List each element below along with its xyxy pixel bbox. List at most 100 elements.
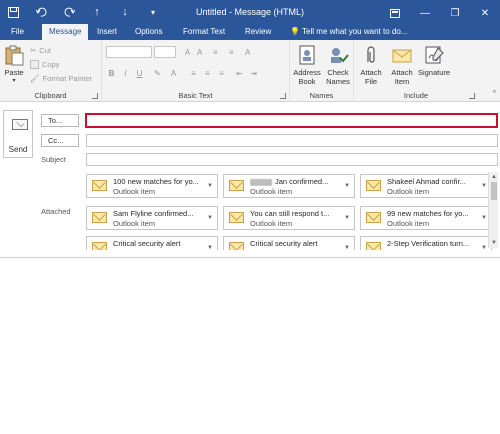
attach-item-button[interactable]: Attach Item: [386, 44, 418, 86]
subject-field[interactable]: [86, 153, 498, 166]
attachment-name: Critical security alert: [250, 239, 318, 248]
clipboard-launcher-icon[interactable]: [92, 93, 98, 99]
tab-options[interactable]: Options: [128, 24, 170, 40]
cc-field[interactable]: [86, 134, 498, 147]
attachment-name: You can still respond t...: [250, 209, 330, 218]
envelope-icon: [92, 180, 107, 191]
attachment-item[interactable]: 2-Step Verification turn... Outlook item…: [360, 236, 492, 250]
font-size-combo[interactable]: [154, 46, 176, 58]
chevron-down-icon[interactable]: ▼: [481, 215, 487, 221]
copy-button[interactable]: Copy: [30, 58, 60, 70]
align-left-icon[interactable]: ≡: [188, 68, 199, 79]
check-names-label: Check Names: [326, 68, 350, 86]
increase-indent-icon[interactable]: ⇥: [248, 68, 259, 79]
scroll-thumb[interactable]: [491, 182, 497, 200]
attachment-item[interactable]: Shakeel Ahmad confir... Outlook item ▼: [360, 174, 492, 198]
signature-button[interactable]: Signature: [416, 44, 452, 77]
grow-font-icon[interactable]: A: [182, 47, 193, 58]
attachment-item[interactable]: You can still respond t... Outlook item …: [223, 206, 355, 230]
tab-insert[interactable]: Insert: [90, 24, 124, 40]
italic-button[interactable]: I: [120, 68, 131, 79]
chevron-down-icon[interactable]: ▼: [481, 183, 487, 189]
include-launcher-icon[interactable]: [469, 93, 475, 99]
envelope-icon: [366, 180, 381, 191]
to-field[interactable]: [85, 113, 498, 128]
to-button[interactable]: To...: [41, 114, 79, 127]
clear-formatting-icon[interactable]: A: [242, 47, 253, 58]
attachment-item[interactable]: 100 new matches for yo... Outlook item ▼: [86, 174, 218, 198]
numbering-icon[interactable]: ≡: [226, 47, 237, 58]
attachment-type: Outlook item: [387, 249, 429, 250]
attachment-type: Outlook item: [113, 219, 156, 228]
tell-me-box[interactable]: 💡 Tell me what you want to do...: [290, 24, 407, 40]
paste-button[interactable]: Paste ▾: [3, 44, 25, 86]
attachments-scrollbar[interactable]: ▲ ▼: [488, 172, 498, 248]
chevron-down-icon[interactable]: ▼: [344, 183, 350, 189]
chevron-down-icon[interactable]: ▼: [207, 215, 213, 221]
cut-button[interactable]: ✂ Cut: [30, 44, 51, 56]
decrease-indent-icon[interactable]: ⇤: [234, 68, 245, 79]
attach-item-label: Attach Item: [391, 68, 413, 86]
collapse-ribbon-icon[interactable]: ^: [493, 90, 496, 97]
send-button[interactable]: Send: [3, 110, 33, 158]
address-book-label: Address Book: [293, 68, 321, 86]
tab-message[interactable]: Message: [42, 24, 89, 40]
attachment-item[interactable]: Sam Flyline confirmed... Outlook item ▼: [86, 206, 218, 230]
font-name-combo[interactable]: [106, 46, 152, 58]
tab-review[interactable]: Review: [238, 24, 278, 40]
bullets-icon[interactable]: ≡: [210, 47, 221, 58]
align-center-icon[interactable]: ≡: [202, 68, 213, 79]
subject-label: Subject: [41, 155, 67, 164]
paste-label: Paste: [4, 68, 24, 77]
basic-text-launcher-icon[interactable]: [280, 93, 286, 99]
attachment-name: Jan confirmed...: [250, 177, 342, 186]
chevron-down-icon[interactable]: ▼: [207, 245, 213, 250]
attachment-name: Sam Flyline confirmed...: [113, 209, 194, 218]
envelope-icon: [92, 242, 107, 250]
chevron-down-icon[interactable]: ▼: [344, 215, 350, 221]
include-group: Attach File Attach Item Signature Includ…: [354, 40, 478, 102]
envelope-icon: [229, 180, 244, 191]
check-names-button[interactable]: Check Names: [323, 44, 353, 86]
scroll-down-icon[interactable]: ▼: [490, 239, 498, 247]
chevron-down-icon[interactable]: ▼: [207, 183, 213, 189]
scroll-up-icon[interactable]: ▲: [490, 173, 498, 181]
attachment-item[interactable]: 99 new matches for yo... Outlook item ▼: [360, 206, 492, 230]
paste-icon: [3, 44, 25, 66]
attachment-item[interactable]: Jan confirmed... Outlook item ▼: [223, 174, 355, 198]
chevron-down-icon: ▾: [12, 78, 16, 84]
cc-button[interactable]: Cc...: [41, 134, 79, 147]
copy-label: Copy: [42, 59, 60, 69]
chevron-down-icon[interactable]: ▼: [481, 245, 487, 250]
message-body[interactable]: [0, 258, 500, 434]
bold-button[interactable]: B: [106, 68, 117, 79]
tab-format-text[interactable]: Format Text: [176, 24, 232, 40]
highlight-icon[interactable]: ✎: [152, 68, 163, 79]
address-book-button[interactable]: Address Book: [292, 44, 322, 86]
underline-button[interactable]: U: [134, 68, 145, 79]
attachment-name: 100 new matches for yo...: [113, 177, 199, 186]
send-icon: [12, 119, 28, 130]
scissors-icon: ✂: [30, 45, 37, 55]
envelope-icon: [366, 212, 381, 223]
attachment-item[interactable]: Critical security alert Outlook item ▼: [223, 236, 355, 250]
attachments-list: 100 new matches for yo... Outlook item ▼…: [86, 172, 498, 250]
attach-file-button[interactable]: Attach File: [356, 44, 386, 86]
shrink-font-icon[interactable]: A: [194, 47, 205, 58]
check-names-icon: [327, 44, 349, 66]
attachment-item[interactable]: Critical security alert Outlook item ▼: [86, 236, 218, 250]
tab-file[interactable]: File: [4, 24, 31, 40]
attachment-type: Outlook item: [387, 219, 430, 228]
envelope-icon: [229, 212, 244, 223]
lightbulb-icon: 💡: [290, 27, 300, 36]
format-painter-button[interactable]: 🖌 Format Painter: [30, 72, 92, 84]
envelope-icon: [229, 242, 244, 250]
font-color-icon[interactable]: A: [168, 68, 179, 79]
names-group: Address Book Check Names Names: [290, 40, 354, 102]
paperclip-icon: [360, 44, 382, 66]
attachment-name: 99 new matches for yo...: [387, 209, 469, 218]
chevron-down-icon[interactable]: ▼: [344, 245, 350, 250]
basic-text-group-label: Basic Text: [178, 91, 213, 100]
send-label: Send: [8, 145, 28, 154]
align-right-icon[interactable]: ≡: [216, 68, 227, 79]
